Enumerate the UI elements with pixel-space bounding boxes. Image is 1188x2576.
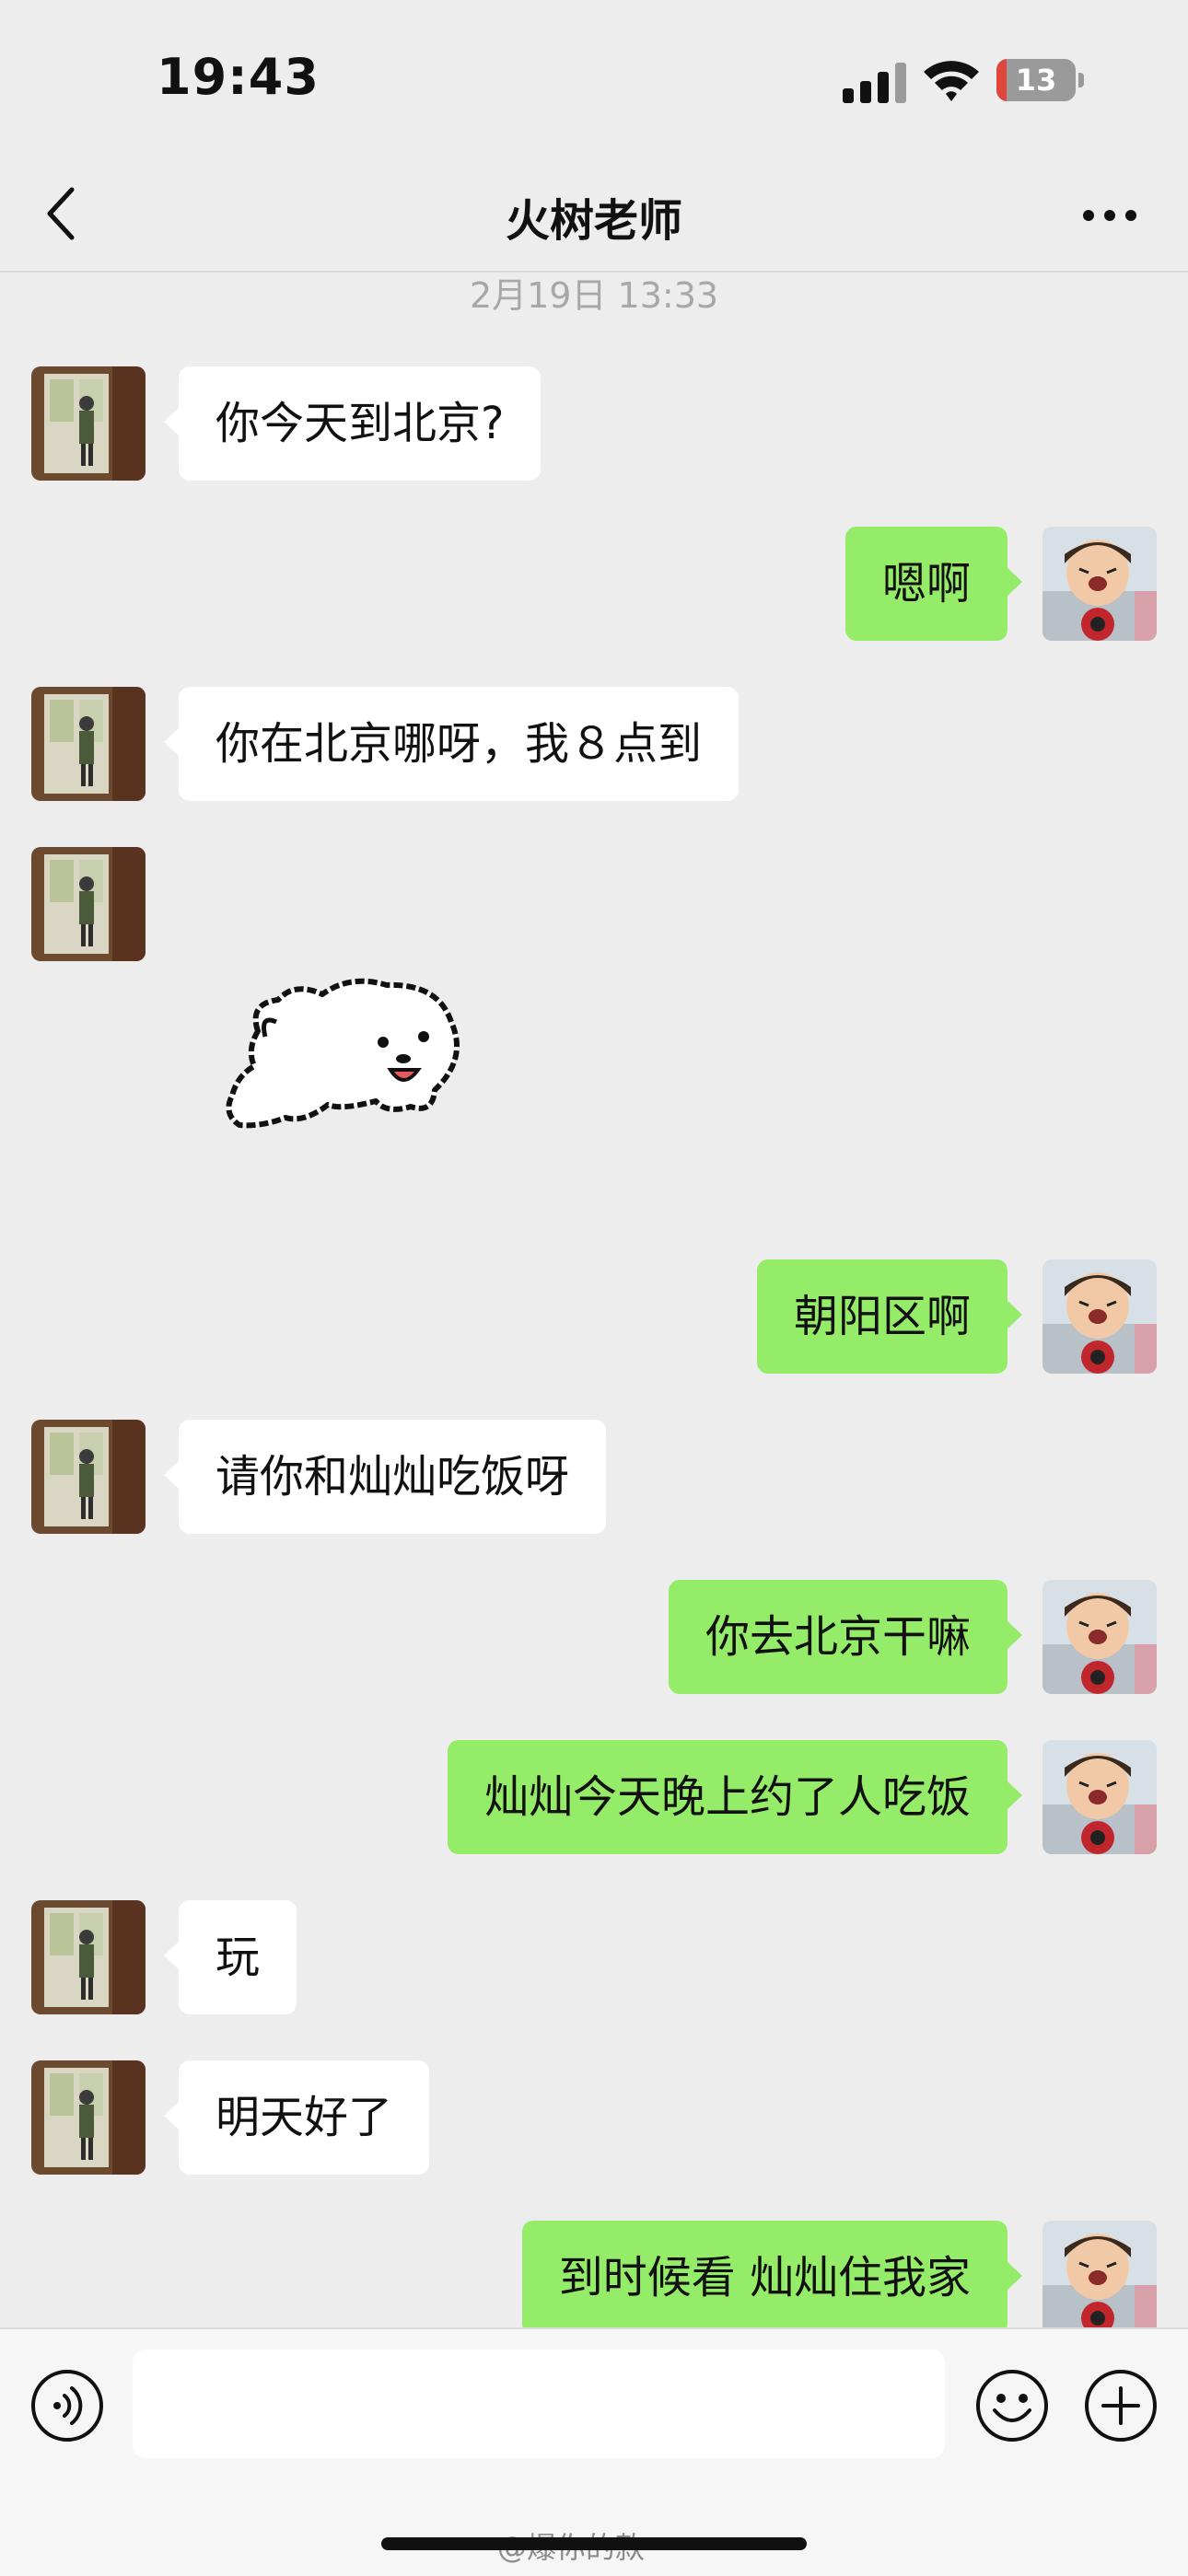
status-time: 19:43: [157, 48, 320, 106]
contact-avatar[interactable]: [31, 1420, 146, 1534]
voice-icon[interactable]: [29, 2368, 105, 2443]
received-message-bubble[interactable]: 你今天到北京?: [163, 366, 542, 481]
contact-avatar[interactable]: [31, 1900, 146, 2014]
message-row: 请你和灿灿吃饭呀: [0, 1420, 1188, 1534]
self-avatar[interactable]: [1042, 1259, 1157, 1374]
message-timestamp: 2月19日 13:33: [469, 275, 719, 316]
received-message-bubble[interactable]: 明天好了: [163, 2060, 430, 2175]
self-avatar[interactable]: [1042, 1740, 1157, 1854]
message-row: 你去北京干嘛: [0, 1580, 1188, 1694]
received-message-bubble[interactable]: 你在北京哪呀，我８点到: [163, 687, 740, 801]
message-row: 你今天到北京?: [0, 366, 1188, 481]
message-row: 到时候看 灿灿住我家: [0, 2221, 1188, 2335]
emoji-icon[interactable]: [974, 2368, 1050, 2443]
message-row: 嗯啊: [0, 527, 1188, 641]
message-row: [0, 847, 1188, 1142]
battery-percentage: 13: [1015, 63, 1057, 98]
message-row: 朝阳区啊: [0, 1259, 1188, 1374]
message-row: 明天好了: [0, 2060, 1188, 2175]
sent-message-bubble[interactable]: 嗯啊: [844, 527, 1023, 641]
chat-header: 火树老师: [0, 157, 1188, 273]
received-message-bubble[interactable]: 请你和灿灿吃饭呀: [163, 1420, 607, 1534]
contact-avatar[interactable]: [31, 847, 146, 961]
message-input[interactable]: [133, 2350, 945, 2458]
sent-message-bubble[interactable]: 灿灿今天晚上约了人吃饭: [447, 1740, 1023, 1854]
sent-message-bubble[interactable]: 朝阳区啊: [756, 1259, 1023, 1374]
contact-avatar[interactable]: [31, 2060, 146, 2175]
self-avatar[interactable]: [1042, 1580, 1157, 1694]
more-options-icon[interactable]: [1077, 188, 1142, 243]
contact-avatar[interactable]: [31, 366, 146, 481]
plus-icon[interactable]: [1083, 2368, 1159, 2443]
sent-message-bubble[interactable]: 到时候看 灿灿住我家: [521, 2221, 1023, 2335]
wifi-icon: [924, 61, 979, 101]
status-bar: 19:43 13: [0, 0, 1188, 157]
white-dog-sticker[interactable]: [221, 967, 470, 1142]
self-avatar[interactable]: [1042, 2221, 1157, 2335]
message-row: 玩: [0, 1900, 1188, 2014]
message-row: 你在北京哪呀，我８点到: [0, 687, 1188, 801]
home-indicator[interactable]: [381, 2537, 807, 2550]
sent-message-bubble[interactable]: 你去北京干嘛: [668, 1580, 1023, 1694]
self-avatar[interactable]: [1042, 527, 1157, 641]
battery-icon: 13: [996, 59, 1085, 101]
contact-avatar[interactable]: [31, 687, 146, 801]
received-message-bubble[interactable]: 玩: [163, 1900, 297, 2014]
message-row: 灿灿今天晚上约了人吃饭: [0, 1740, 1188, 1854]
chat-title: 火树老师: [505, 195, 682, 247]
cellular-signal-icon: [843, 63, 906, 103]
